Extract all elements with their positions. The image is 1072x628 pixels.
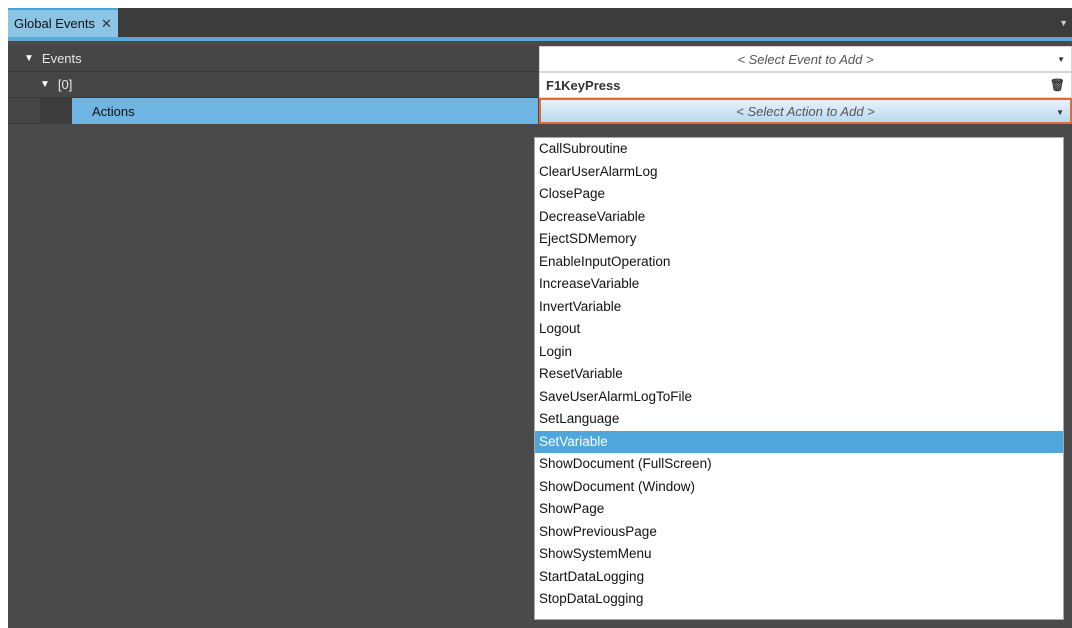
chevron-down-icon[interactable]: ▼ [1059, 18, 1068, 28]
dropdown-option[interactable]: EnableInputOperation [535, 251, 1063, 274]
action-dropdown-list[interactable]: CallSubroutine ClearUserAlarmLog ClosePage… [534, 137, 1064, 620]
tab-underline [8, 37, 1072, 41]
dropdown-option[interactable]: StartDataLogging [535, 566, 1063, 589]
dropdown-option[interactable]: IncreaseVariable [535, 273, 1063, 296]
dropdown-option[interactable]: ShowDocument (FullScreen) [535, 453, 1063, 476]
tree-node-actions-container: Actions [8, 98, 538, 124]
events-label: Events [41, 51, 82, 66]
dropdown-option[interactable]: SetVariable [535, 430, 1063, 453]
dropdown-option[interactable]: EjectSDMemory [535, 228, 1063, 251]
select-event-dropdown[interactable]: < Select Event to Add > ▼ [539, 46, 1072, 72]
dropdown-option[interactable]: ShowDocument (Window) [535, 476, 1063, 499]
dropdown-option[interactable]: CallSubroutine [535, 138, 1063, 161]
select-action-placeholder: < Select Action to Add > [736, 103, 875, 119]
dropdown-option[interactable]: Login [535, 341, 1063, 364]
trash-icon[interactable]: 🗑 [1050, 78, 1065, 92]
tree-row-index: ▼ [0] F1KeyPress 🗑 [8, 72, 1072, 98]
dropdown-option[interactable]: ClearUserAlarmLog [535, 161, 1063, 184]
tree-node-index[interactable]: ▼ [0] [8, 72, 538, 98]
index-label: [0] [57, 77, 73, 92]
dropdown-option[interactable]: ClosePage [535, 183, 1063, 206]
dropdown-option[interactable]: SetLanguage [535, 408, 1063, 431]
event-value-field[interactable]: F1KeyPress 🗑 [539, 72, 1072, 98]
dropdown-option[interactable]: Logout [535, 318, 1063, 341]
dropdown-option[interactable]: InvertVariable [535, 296, 1063, 319]
dropdown-option[interactable]: DecreaseVariable [535, 206, 1063, 229]
expand-triangle-icon[interactable]: ▼ [24, 53, 34, 64]
dropdown-arrow-icon: ▼ [1056, 108, 1064, 117]
dropdown-option[interactable]: ShowPage [535, 498, 1063, 521]
tree-node-actions[interactable]: Actions [72, 98, 538, 124]
indent-spacer [40, 98, 72, 124]
dropdown-option[interactable]: ShowPreviousPage [535, 521, 1063, 544]
expand-triangle-icon[interactable]: ▼ [40, 79, 50, 90]
dropdown-option[interactable]: SaveUserAlarmLogToFile [535, 386, 1063, 409]
dropdown-option[interactable]: StopDataLogging [535, 588, 1063, 611]
tab-global-events[interactable]: Global Events ✕ [8, 8, 118, 37]
dropdown-option[interactable]: ResetVariable [535, 363, 1063, 386]
actions-label: Actions [92, 103, 135, 119]
select-action-dropdown[interactable]: < Select Action to Add > ▼ [539, 98, 1072, 124]
close-icon[interactable]: ✕ [101, 16, 112, 32]
tree-row-actions: Actions < Select Action to Add > ▼ [8, 98, 1072, 124]
dropdown-option[interactable]: ShowSystemMenu [535, 543, 1063, 566]
select-event-placeholder: < Select Event to Add > [737, 51, 874, 67]
tab-strip: Global Events ✕ ▼ [8, 8, 1072, 40]
event-value: F1KeyPress [546, 77, 621, 93]
tree-node-events[interactable]: ▼ Events [8, 46, 538, 72]
tab-label: Global Events [14, 16, 95, 31]
tree-row-events: ▼ Events < Select Event to Add > ▼ [8, 46, 1072, 72]
dropdown-arrow-icon: ▼ [1057, 55, 1065, 64]
